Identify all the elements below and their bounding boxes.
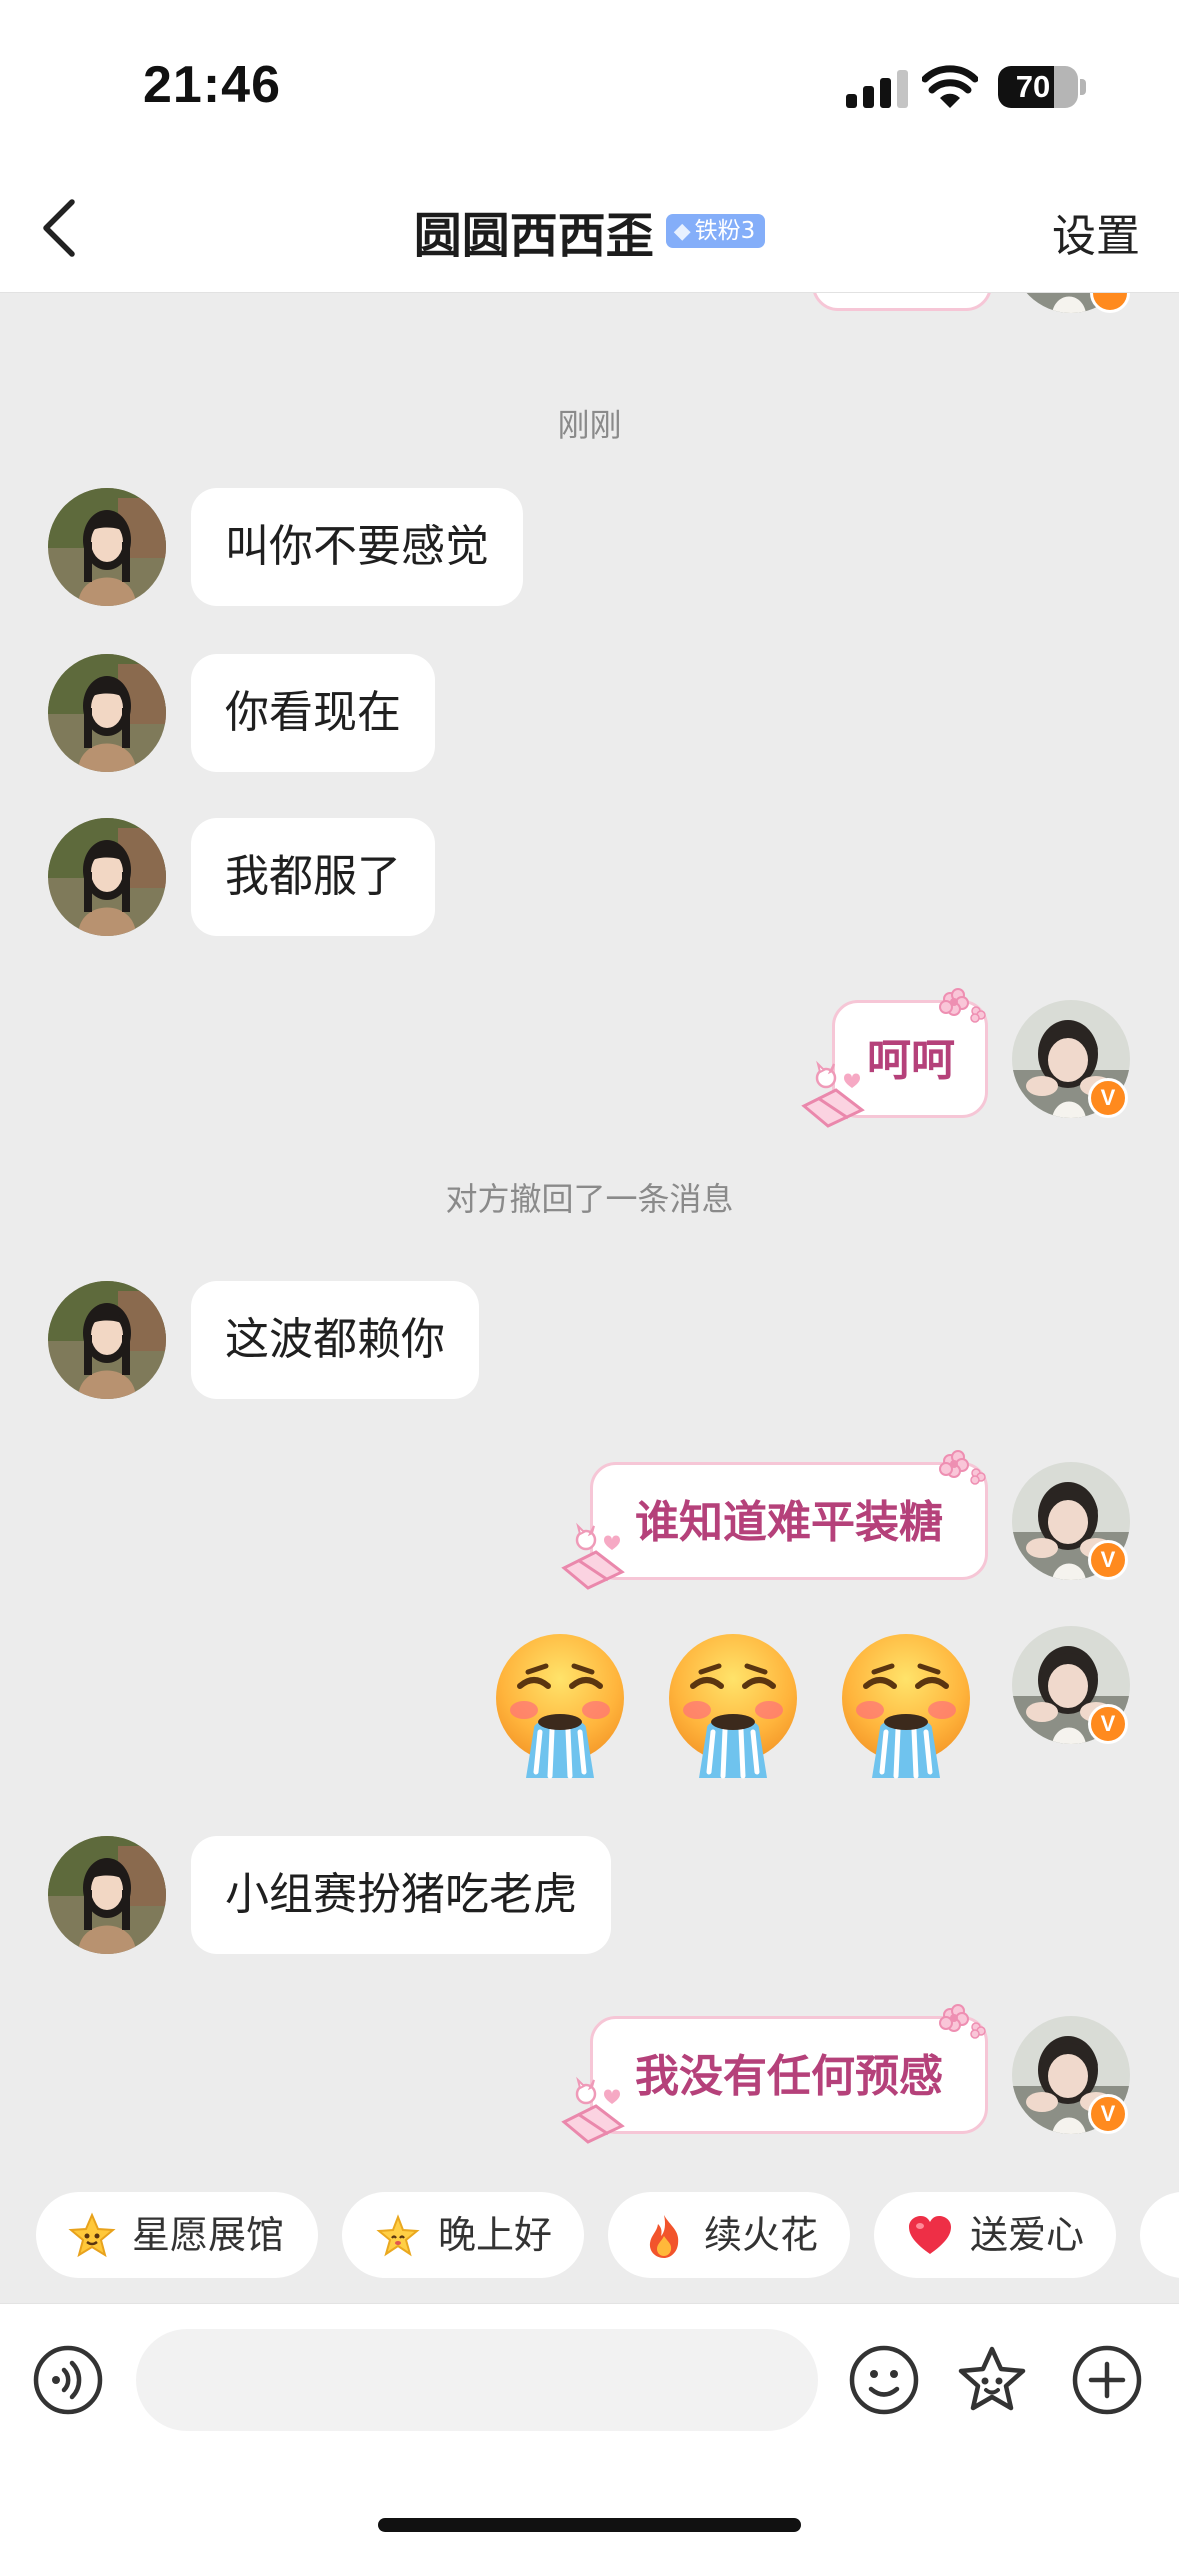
sticker-star-icon[interactable] (956, 2344, 1028, 2416)
heart-icon (909, 2216, 951, 2254)
quick-reply-chip[interactable]: 续火花 (608, 2192, 850, 2278)
message-input[interactable] (136, 2329, 818, 2431)
title-row: 圆圆西西歪 ◆ 铁粉3 (0, 196, 1179, 266)
steam-from-nose-emoji-icon[interactable] (663, 1632, 803, 1780)
outgoing-message[interactable]: 呵呵 (832, 1000, 988, 1118)
contact-avatar[interactable] (48, 1836, 166, 1954)
quick-reply-label: 晚上好 (438, 2213, 553, 2257)
recall-notice: 对方撤回了一条消息 (445, 1180, 734, 1218)
incoming-message[interactable]: 叫你不要感觉 (191, 488, 523, 606)
verified-badge-icon: V (1088, 1704, 1128, 1744)
steam-from-nose-emoji-icon[interactable] (490, 1632, 630, 1780)
previous-avatar-peek (1012, 293, 1130, 313)
quick-reply-label: 续火花 (704, 2213, 819, 2257)
previous-bubble (812, 293, 992, 311)
incoming-message[interactable]: 你看现在 (191, 654, 435, 772)
settings-button[interactable]: 设置 (1052, 200, 1140, 264)
battery-icon: 70 (998, 66, 1078, 108)
incoming-message[interactable]: 小组赛扮猪吃老虎 (191, 1836, 611, 1954)
fire-icon (649, 2215, 679, 2258)
fan-level-label: 铁粉3 (694, 218, 756, 244)
top-bar: 21:46 70 圆圆西西歪 ◆ 铁粉3 设置 (0, 0, 1179, 293)
verified-badge-icon: V (1088, 1540, 1128, 1580)
voice-input-icon[interactable] (32, 2344, 104, 2416)
diamond-icon: ◆ (673, 219, 691, 244)
incoming-message[interactable]: 这波都赖你 (191, 1281, 479, 1399)
sparkle-star-icon (376, 2214, 420, 2257)
quick-reply-chip[interactable]: 送爱心 (874, 2192, 1116, 2278)
quick-reply-label: 星愿展馆 (132, 2213, 285, 2257)
message-timestamp: 刚刚 (557, 406, 622, 444)
contact-avatar[interactable] (48, 1281, 166, 1399)
previous-message-peek (740, 293, 1000, 313)
incoming-message[interactable]: 我都服了 (191, 818, 435, 936)
contact-avatar[interactable] (48, 488, 166, 606)
plus-icon[interactable] (1071, 2344, 1143, 2416)
back-button[interactable] (30, 192, 90, 264)
verified-badge-icon: V (1088, 2094, 1128, 2134)
battery-tip (1080, 79, 1086, 95)
outgoing-message[interactable]: 我没有任何预感 (590, 2016, 988, 2134)
quick-reply-label: 送爱心 (970, 2213, 1085, 2257)
smiling-star-icon (68, 2212, 116, 2258)
battery-level: 70 (1015, 69, 1051, 104)
chat-title: 圆圆西西歪 (413, 208, 654, 264)
verified-badge-icon: V (1088, 1078, 1128, 1118)
quick-reply-bar: 星愿展馆 晚上好 续火花 送爱心 (0, 2192, 1179, 2282)
quick-reply-chip-overflow[interactable] (1140, 2192, 1179, 2278)
home-indicator (378, 2518, 801, 2532)
contact-avatar[interactable] (48, 818, 166, 936)
steam-from-nose-emoji-icon[interactable] (836, 1632, 976, 1780)
quick-reply-chip[interactable]: 晚上好 (342, 2192, 584, 2278)
input-bar (0, 2303, 1179, 2556)
contact-avatar[interactable] (48, 654, 166, 772)
wifi-icon (922, 65, 978, 108)
outgoing-message[interactable]: 谁知道难平装糖 (590, 1462, 988, 1580)
quick-reply-chip[interactable]: 星愿展馆 (36, 2192, 318, 2278)
fan-level-badge: ◆ 铁粉3 (665, 214, 766, 248)
cellular-signal-icon (846, 70, 908, 108)
status-time: 21:46 (143, 56, 281, 114)
emoji-icon[interactable] (848, 2344, 920, 2416)
